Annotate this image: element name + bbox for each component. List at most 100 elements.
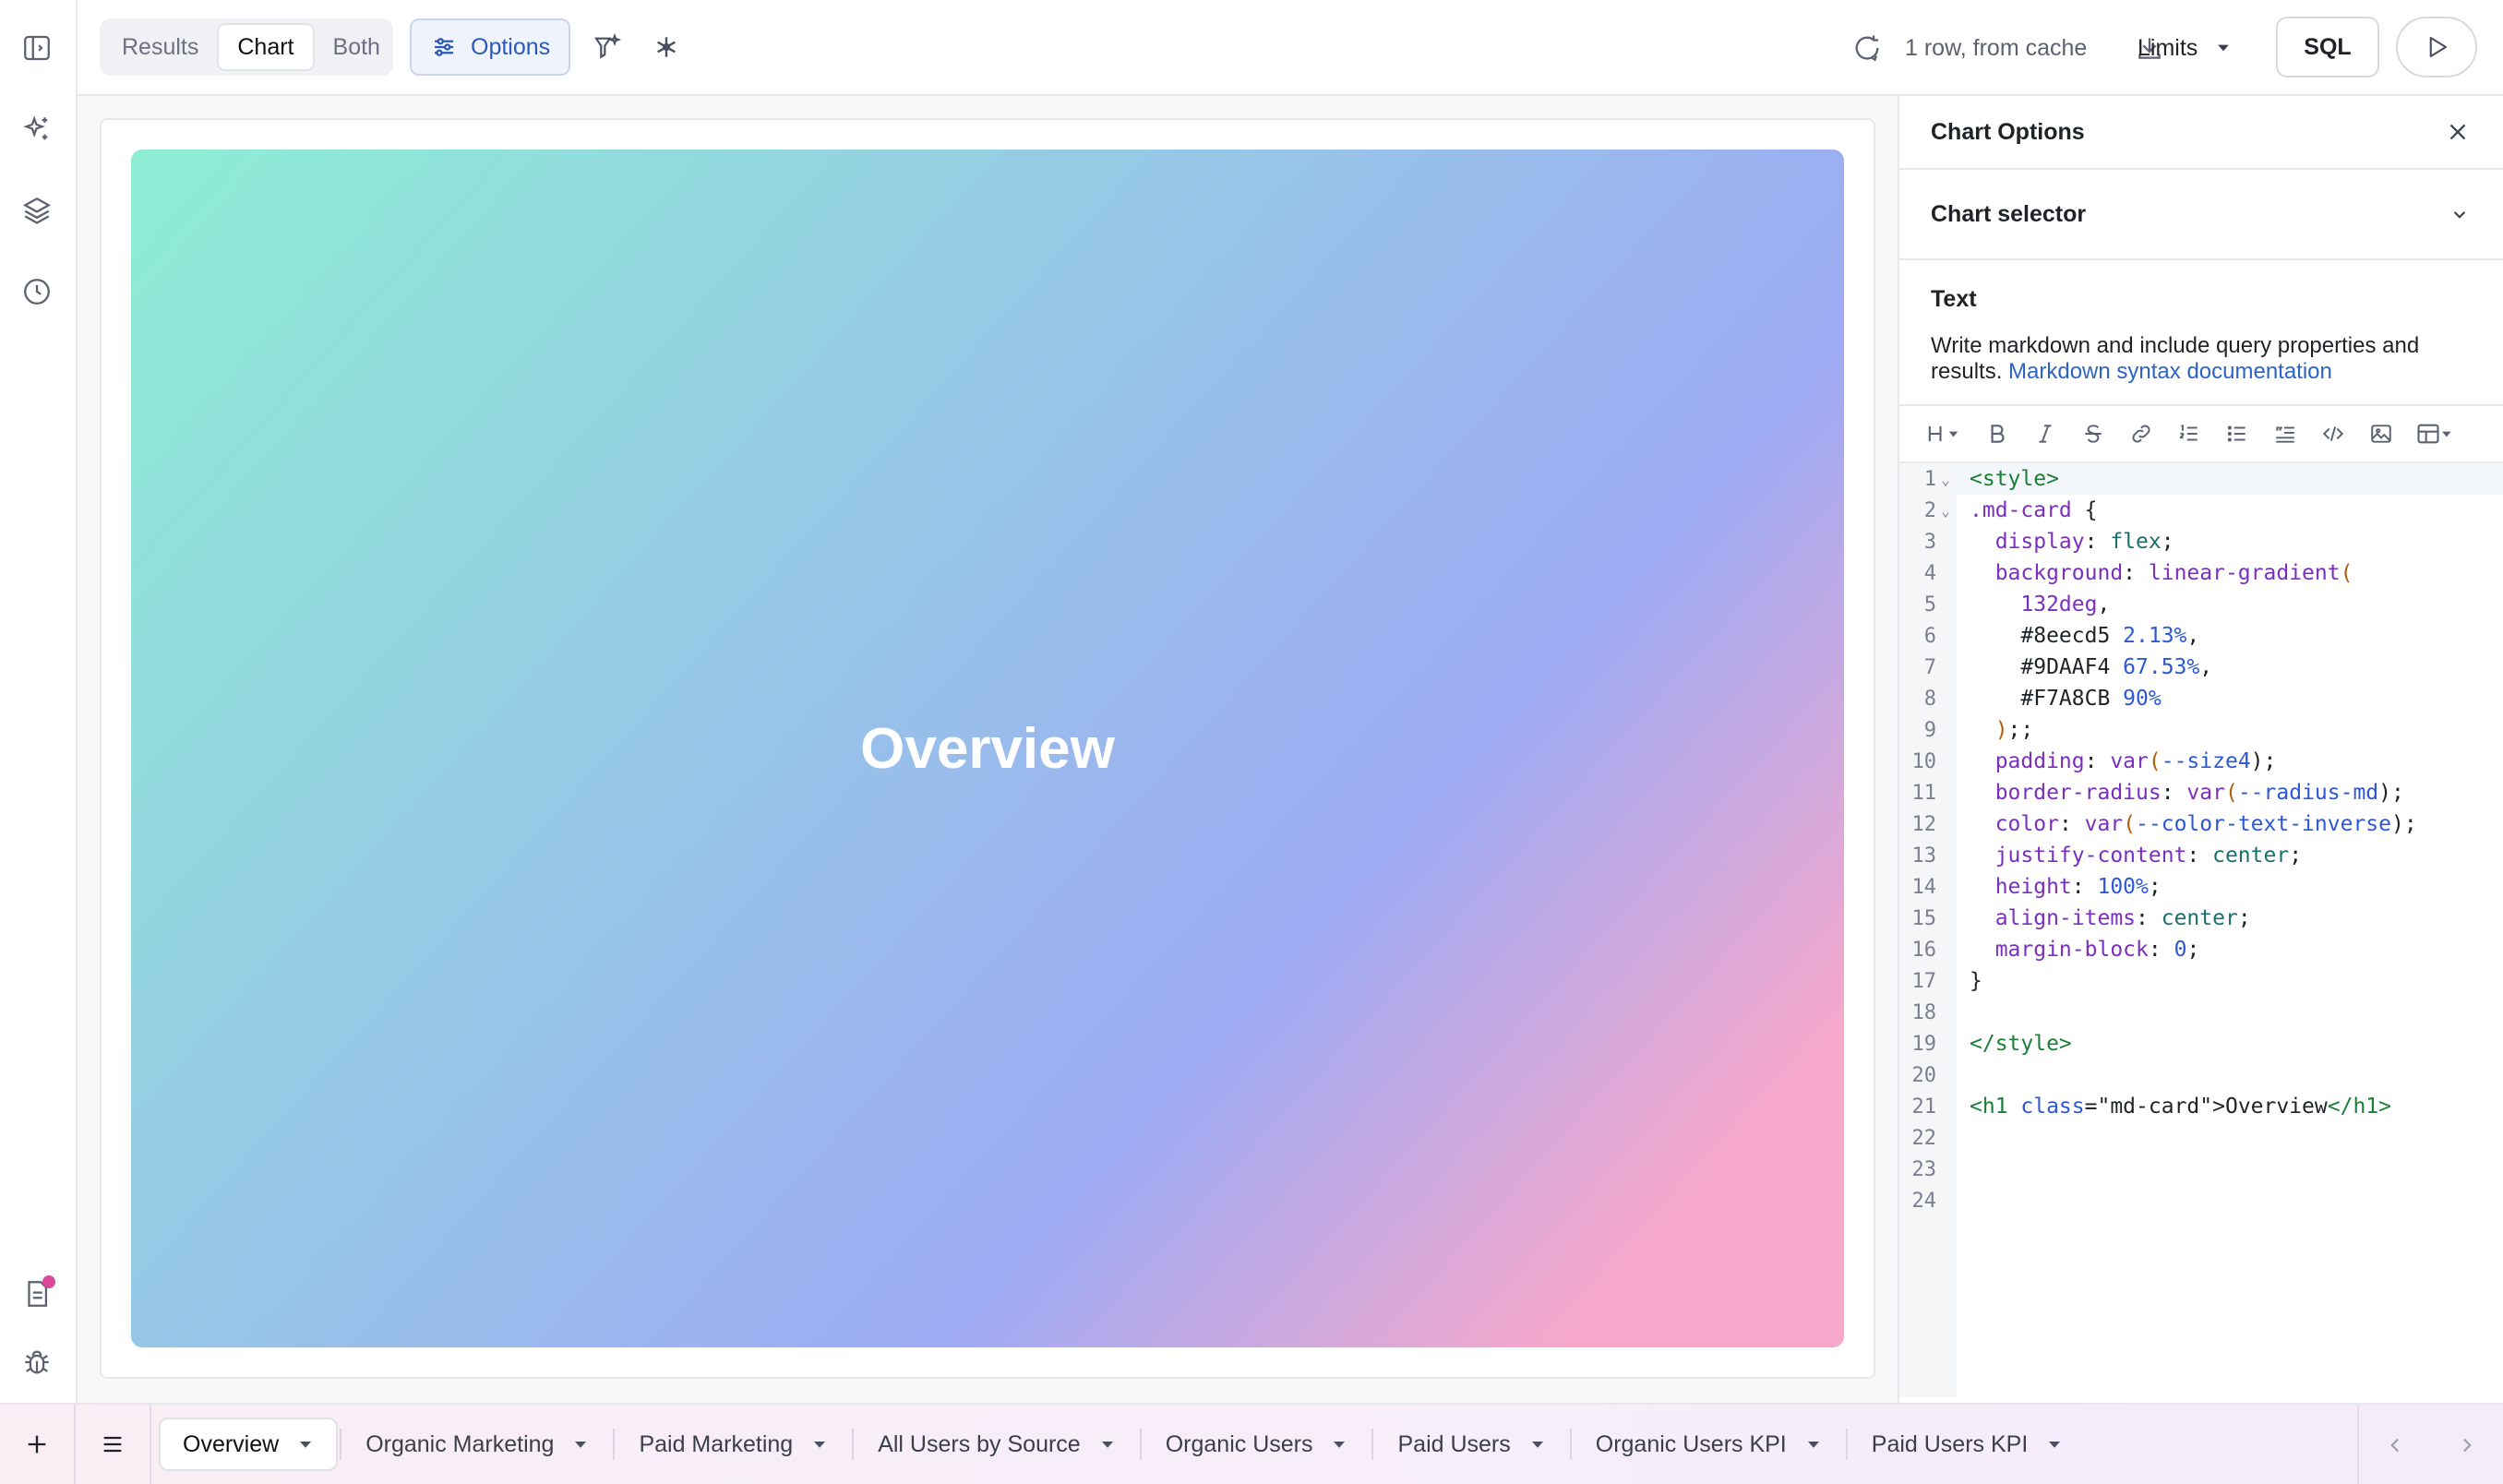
line-number: 14 (1911, 875, 1937, 899)
chart-selector[interactable]: Chart selector (1899, 170, 2503, 260)
refresh-cache-icon[interactable] (1851, 32, 1883, 64)
link-icon[interactable] (2117, 413, 2165, 454)
filter-sparkle-icon[interactable] (589, 29, 626, 66)
asterisk-icon[interactable] (648, 29, 685, 66)
chevron-left-icon[interactable] (2383, 1433, 2407, 1457)
limits-dropdown[interactable]: Limits (2138, 28, 2233, 68)
cache-status: 1 row, from cache (1851, 28, 2164, 68)
close-icon[interactable] (2444, 118, 2472, 146)
code-line: color: var(--color-text-inverse); (1970, 812, 2417, 836)
add-tab-button[interactable] (0, 1404, 74, 1484)
code-line: <h1 class ="md-card"> Overview </h1> (1970, 1095, 2391, 1119)
line-number: 24 (1911, 1189, 1937, 1213)
table-dropdown[interactable] (2405, 413, 2464, 454)
code-line: .md-card { (1970, 498, 2098, 522)
history-icon[interactable] (17, 271, 57, 312)
panel-title: Chart Options (1931, 118, 2085, 145)
markdown-docs-link[interactable]: Markdown syntax documentation (2008, 359, 2332, 384)
code-editor[interactable]: 1 ⌄ 2 ⌄ 3 4 5 6 7 8 9 10 11 12 13 14 15 16… (1899, 463, 2503, 1397)
line-number: 7 (1923, 655, 1936, 679)
sliders-icon (430, 33, 458, 61)
line-number: 6 (1923, 624, 1936, 648)
options-button[interactable]: Options (410, 18, 570, 76)
line-number: 9 (1923, 718, 1936, 742)
image-icon[interactable] (2357, 413, 2405, 454)
code-line: padding: var(--size4); (1970, 749, 2277, 773)
left-rail (0, 0, 78, 1403)
caret-down-icon[interactable] (572, 1436, 589, 1453)
caret-down-icon[interactable] (1529, 1436, 1546, 1453)
code-line: justify-content: center; (1970, 844, 2303, 868)
line-number: 19 (1911, 1032, 1937, 1056)
limits-label: Limits (2138, 34, 2198, 61)
ordered-list-icon[interactable] (2165, 413, 2213, 454)
code-line: <style> (1970, 467, 2059, 491)
tab-all-users-by-source[interactable]: All Users by Source (856, 1418, 1138, 1471)
tab-menu-button[interactable] (76, 1404, 150, 1484)
line-number: 21 (1911, 1095, 1937, 1119)
tab-overview[interactable]: Overview (159, 1418, 339, 1471)
overview-heading: Overview (860, 716, 1115, 781)
strikethrough-icon[interactable] (2069, 413, 2117, 454)
chevron-down-icon (2214, 39, 2233, 57)
blockquote-icon[interactable] (2261, 413, 2309, 454)
top-toolbar: Results Chart Both Options 1 row, from c… (78, 0, 2503, 96)
app-window: Results Chart Both Options 1 row, from c… (0, 0, 2503, 1484)
code-line: } (1970, 969, 1982, 993)
bold-icon[interactable] (1973, 413, 2021, 454)
code-line: border-radius: var(--radius-md); (1970, 781, 2404, 805)
layers-icon[interactable] (17, 190, 57, 231)
code-line: display: flex; (1970, 530, 2174, 554)
caret-down-icon[interactable] (1099, 1436, 1116, 1453)
debug-bug-icon[interactable] (17, 1342, 57, 1382)
text-section: Text Write markdown and include query pr… (1899, 260, 2503, 404)
tab-label: Organic Users (1165, 1430, 1313, 1457)
tab-paid-users[interactable]: Paid Users (1375, 1418, 1567, 1471)
run-query-button[interactable] (2396, 17, 2477, 78)
line-number: 20 (1911, 1063, 1937, 1087)
tab-organic-users[interactable]: Organic Users (1144, 1418, 1371, 1471)
caret-down-icon[interactable] (811, 1436, 828, 1453)
table-icon (2416, 421, 2453, 447)
view-tab-both[interactable]: Both (315, 23, 399, 71)
bullet-list-icon[interactable] (2213, 413, 2261, 454)
sql-button[interactable]: SQL (2276, 17, 2379, 78)
fold-chevron-icon[interactable]: ⌄ (1936, 502, 1955, 520)
view-tab-results[interactable]: Results (103, 23, 217, 71)
ai-sparkle-icon[interactable] (17, 109, 57, 150)
caret-down-icon[interactable] (1805, 1436, 1822, 1453)
tab-paid-users-kpi[interactable]: Paid Users KPI (1850, 1418, 2086, 1471)
line-number: 18 (1911, 1000, 1937, 1024)
caret-down-icon[interactable] (1331, 1436, 1347, 1453)
line-number: 11 (1911, 781, 1937, 805)
markdown-toolbar (1899, 404, 2503, 463)
caret-down-icon[interactable] (2046, 1436, 2063, 1453)
hamburger-menu-icon (100, 1431, 126, 1457)
tab-label: Organic Marketing (365, 1430, 555, 1457)
line-number: 10 (1911, 749, 1937, 773)
notes-icon[interactable] (17, 1274, 57, 1314)
notification-dot (42, 1275, 55, 1288)
view-tab-chart[interactable]: Chart (217, 23, 315, 71)
line-number: 8 (1923, 687, 1936, 711)
code-line: #9DAAF4 67.53%, (1970, 655, 2213, 679)
chevron-right-icon[interactable] (2455, 1433, 2479, 1457)
heading-dropdown[interactable] (1914, 413, 1973, 454)
markdown-card: Overview (131, 150, 1844, 1347)
chart-selector-label: Chart selector (1931, 200, 2087, 227)
toggle-sidebar-icon[interactable] (17, 28, 57, 68)
tab-label: All Users by Source (878, 1430, 1081, 1457)
code-line: #8eecd5 2.13%, (1970, 624, 2200, 648)
tab-label: Organic Users KPI (1595, 1430, 1787, 1457)
heading-icon (1925, 421, 1962, 447)
caret-down-icon[interactable] (297, 1436, 314, 1453)
italic-icon[interactable] (2021, 413, 2069, 454)
tab-organic-users-kpi[interactable]: Organic Users KPI (1574, 1418, 1844, 1471)
code-line: height: 100%; (1970, 875, 2162, 899)
line-number: 17 (1911, 969, 1937, 993)
code-icon[interactable] (2309, 413, 2357, 454)
fold-chevron-icon[interactable]: ⌄ (1936, 471, 1955, 488)
tab-paid-marketing[interactable]: Paid Marketing (617, 1418, 850, 1471)
play-icon (2423, 33, 2450, 61)
tab-organic-marketing[interactable]: Organic Marketing (343, 1418, 611, 1471)
